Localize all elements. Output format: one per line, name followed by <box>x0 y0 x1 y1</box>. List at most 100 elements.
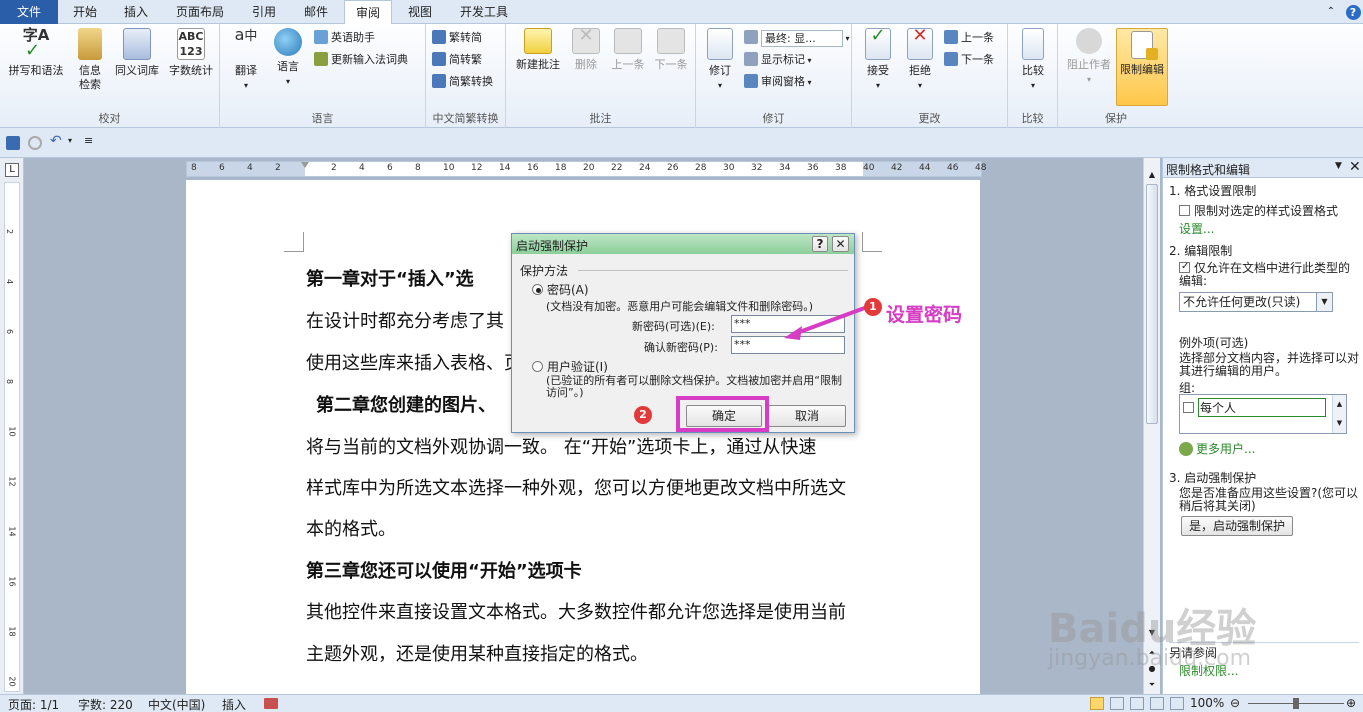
undo-dropdown-icon[interactable]: ▾ <box>68 136 72 145</box>
insert-mode[interactable]: 插入 <box>222 696 246 712</box>
groups-scrollbar[interactable]: ▲ ▼ <box>1332 395 1346 433</box>
group-label-changes: 更改 <box>918 112 941 125</box>
accept-button[interactable]: ✓ 接受 ▾ <box>858 26 898 93</box>
ruler-tick-label: 2 <box>275 163 281 173</box>
scroll-up-icon[interactable]: ▲ <box>1146 170 1158 180</box>
reviewing-pane-button[interactable]: 审阅窗格 ▾ <box>744 72 812 92</box>
ruler-tick-label: 36 <box>807 163 819 173</box>
ruler-tick-label: 28 <box>695 163 707 173</box>
chinese-convert-button[interactable]: 简繁转换 <box>432 72 493 92</box>
to-traditional-button[interactable]: 简转繁 <box>432 50 482 70</box>
show-markup-button[interactable]: 显示标记 ▾ <box>744 50 812 70</box>
prev-comment-button[interactable]: 上一条 <box>608 26 648 72</box>
start-enforcing-button[interactable]: 是，启动强制保护 <box>1181 516 1293 536</box>
next-comment-button[interactable]: 下一条 <box>650 26 692 72</box>
ruler-tick-label: 20 <box>7 676 17 687</box>
translate-button[interactable]: a中 翻译 ▾ <box>226 26 266 93</box>
groups-list[interactable]: 每个人 ▲ ▼ <box>1179 394 1347 434</box>
tab-developer[interactable]: 开发工具 <box>448 0 520 24</box>
tab-insert[interactable]: 插入 <box>112 0 160 24</box>
new-comment-button[interactable]: 新建批注 <box>510 26 566 72</box>
ruler-tick-label: 6 <box>387 163 393 173</box>
ruler-tick-label: 48 <box>975 163 987 173</box>
draft-icon[interactable] <box>1170 697 1184 710</box>
editing-type-select[interactable]: 不允许任何更改(只读) ▼ <box>1179 292 1333 312</box>
prev-change-button[interactable]: 上一条 <box>944 28 994 48</box>
format-restrict-checkbox[interactable]: 限制对选定的样式设置格式 <box>1179 202 1338 219</box>
dialog-close-button[interactable]: ✕ <box>832 236 849 252</box>
word-count[interactable]: 字数: 220 <box>78 696 133 712</box>
next-page-icon[interactable]: ⏷ <box>1146 680 1158 690</box>
more-users-link[interactable]: 更多用户... <box>1179 440 1255 457</box>
tab-view[interactable]: 视图 <box>396 0 444 24</box>
display-for-review-select[interactable]: 最终: 显... ▾ <box>744 28 850 48</box>
user-auth-radio[interactable]: 用户验证(I) <box>532 358 608 375</box>
section-formatting-title: 1. 格式设置限制 <box>1169 184 1257 198</box>
tab-home[interactable]: 开始 <box>62 0 108 24</box>
format-settings-link[interactable]: 设置... <box>1179 220 1214 237</box>
password-radio[interactable]: 密码(A) <box>532 281 589 298</box>
compare-button[interactable]: 比较 ▾ <box>1012 26 1054 93</box>
ruler-tick-label: 18 <box>555 163 567 173</box>
doc-paragraph-line: 将与当前的文档外观协调一致。 在“开始”选项卡上，通过从快速 <box>306 437 817 458</box>
minimize-ribbon-icon[interactable]: ⌃ <box>1322 0 1340 24</box>
zoom-out-icon[interactable]: ⊖ <box>1230 696 1240 710</box>
scroll-thumb[interactable] <box>1146 184 1158 424</box>
macro-record-icon[interactable] <box>264 698 278 709</box>
tab-page-layout[interactable]: 页面布局 <box>164 0 236 24</box>
ruler-tick-label: 4 <box>247 163 253 173</box>
language-status[interactable]: 中文(中国) <box>148 696 205 712</box>
customize-toolbar-icon[interactable]: ≡ <box>84 134 93 147</box>
to-simplified-icon <box>432 30 446 44</box>
print-layout-icon[interactable] <box>1090 697 1104 710</box>
track-changes-button[interactable]: 修订 ▾ <box>700 26 740 93</box>
outline-icon[interactable] <box>1150 697 1164 710</box>
spelling-grammar-button[interactable]: 字A ✓ 拼写和语法 <box>4 26 68 78</box>
english-assistant-button[interactable]: 英语助手 <box>314 28 375 48</box>
radio-selected-icon <box>532 284 543 295</box>
tab-mailings[interactable]: 邮件 <box>292 0 340 24</box>
pane-close-icon[interactable]: ✕ <box>1349 159 1361 175</box>
block-authors-button[interactable]: 阻止作者 ▾ <box>1062 26 1116 87</box>
pane-header: 限制格式和编辑 ▼ ✕ <box>1163 158 1363 178</box>
cancel-button[interactable]: 取消 <box>768 405 846 427</box>
editing-restrict-checkbox[interactable]: ✓ 仅允许在文档中进行此类型的编辑: <box>1179 261 1359 288</box>
update-ime-button[interactable]: 更新输入法词典 <box>314 50 408 70</box>
full-screen-icon[interactable] <box>1110 697 1124 710</box>
thesaurus-button[interactable]: 同义词库 <box>112 26 162 78</box>
redo-disabled-icon[interactable] <box>28 136 42 150</box>
tab-references[interactable]: 引用 <box>240 0 288 24</box>
doc-paragraph-line: 使用这些库来插入表格、页 <box>306 353 522 374</box>
tab-review[interactable]: 审阅 <box>344 0 392 25</box>
restrict-editing-button[interactable]: 限制编辑 <box>1116 28 1168 106</box>
tab-selector-icon[interactable]: L <box>5 163 19 177</box>
save-icon[interactable] <box>6 136 20 150</box>
next-change-button[interactable]: 下一条 <box>944 50 994 70</box>
delete-comment-button[interactable]: ✕ 删除 <box>566 26 606 72</box>
next-comment-icon <box>657 28 685 54</box>
ruler-tick-label: 34 <box>779 163 791 173</box>
page-count[interactable]: 页面: 1/1 <box>8 696 59 712</box>
to-simplified-button[interactable]: 繁转简 <box>432 28 482 48</box>
word-count-button[interactable]: ABC 123 字数统计 <box>164 26 218 78</box>
group-everyone-checkbox[interactable]: 每个人 <box>1183 398 1326 417</box>
zoom-in-icon[interactable]: ⊕ <box>1346 696 1356 710</box>
help-icon[interactable]: ? <box>1344 0 1362 24</box>
dialog-titlebar: 启动强制保护 ? ✕ <box>512 234 854 254</box>
pane-menu-icon[interactable]: ▼ <box>1335 161 1342 171</box>
doc-heading-2: 第二章您创建的图片、 <box>316 395 496 416</box>
radio-icon <box>532 361 543 372</box>
ribbon-tab-bar: 文件 开始 插入 页面布局 引用 邮件 审阅 视图 开发工具 ⌃ ? <box>0 0 1363 25</box>
research-button[interactable]: 信息 检索 <box>70 26 110 92</box>
dialog-help-button[interactable]: ? <box>812 236 828 252</box>
tab-file[interactable]: 文件 <box>0 0 58 24</box>
web-layout-icon[interactable] <box>1130 697 1144 710</box>
zoom-slider-thumb[interactable] <box>1293 698 1299 709</box>
indent-marker-icon[interactable] <box>301 162 309 176</box>
pane-title: 限制格式和编辑 <box>1166 163 1251 177</box>
group-label-proofing: 校对 <box>98 112 121 125</box>
language-button[interactable]: 语言 ▾ <box>268 26 308 89</box>
reject-button[interactable]: ✕ 拒绝 ▾ <box>900 26 940 93</box>
zoom-level[interactable]: 100% <box>1190 696 1224 710</box>
undo-icon[interactable]: ↶ <box>50 133 62 149</box>
